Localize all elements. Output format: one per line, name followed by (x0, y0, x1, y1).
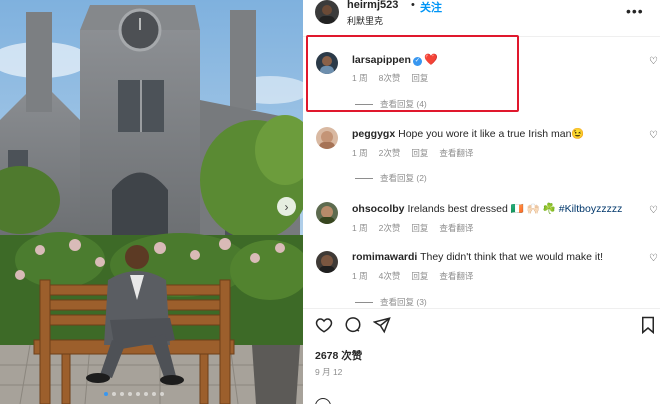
view-replies-label: 查看回复 (4) (380, 99, 427, 109)
carousel-dot (120, 392, 124, 396)
replies-line (355, 301, 373, 303)
chevron-right-icon: › (284, 199, 289, 214)
post-date[interactable]: 9 月 12 (315, 366, 342, 378)
comment-like-heart-icon[interactable]: ♡ (649, 130, 658, 141)
bookmark-icon[interactable] (641, 316, 655, 339)
like-count[interactable]: 2678 次赞 (315, 348, 362, 363)
more-horizontal-icon[interactable]: ••• (626, 3, 644, 19)
carousel-dot (112, 392, 116, 396)
comment-likes[interactable]: 4次赞 (379, 270, 401, 282)
translate-button[interactable]: 查看翻译 (439, 147, 473, 159)
author-avatar[interactable] (315, 0, 339, 24)
photo-illustration (0, 0, 303, 404)
reply-button[interactable]: 回复 (411, 270, 428, 282)
comment-likes[interactable]: 2次赞 (379, 147, 401, 159)
replies-line (355, 177, 373, 179)
post-action-bar (303, 316, 660, 340)
comment-time[interactable]: 1 周 (352, 222, 368, 234)
replies-line (355, 103, 373, 105)
comment-meta: 1 周 4次赞 回复 查看翻译 (352, 270, 473, 282)
comment-likes[interactable]: 2次赞 (379, 222, 401, 234)
follow-button[interactable]: 关注 (420, 0, 442, 15)
commenter-avatar[interactable] (316, 127, 338, 149)
reply-button[interactable]: 回复 (411, 147, 428, 159)
comment-text: Irelands best dressed 🇮🇪 🙌🏻 ☘️ (407, 203, 556, 215)
post-location[interactable]: 利默里克 (347, 14, 383, 27)
carousel-dot (128, 392, 132, 396)
commenter-username[interactable]: peggygx (352, 128, 395, 140)
comment-text: Hope you wore it like a true Irish man😉 (398, 128, 585, 140)
comment-like-heart-icon[interactable]: ♡ (649, 205, 658, 216)
comment-time[interactable]: 1 周 (352, 147, 368, 159)
header-separator: • (411, 0, 415, 11)
comment-meta: 1 周 2次赞 回复 查看翻译 (352, 147, 473, 159)
view-replies-button[interactable]: 查看回复 (3) (355, 296, 427, 308)
carousel-indicator (104, 392, 164, 396)
comment-text-line: larsapippen ✓ ❤️ (352, 53, 438, 66)
send-icon[interactable] (372, 316, 391, 339)
carousel-dot (104, 392, 108, 396)
translate-button[interactable]: 查看翻译 (439, 270, 473, 282)
carousel-next-button[interactable]: › (277, 197, 296, 216)
reply-button[interactable]: 回复 (411, 222, 428, 234)
post-detail-panel: heirmj523 • 关注 利默里克 ••• larsapippen ✓ ❤️ 1… (303, 0, 660, 404)
carousel-dot (136, 392, 140, 396)
header-divider (303, 36, 660, 37)
emoji-picker-icon[interactable] (315, 398, 331, 404)
comment-time[interactable]: 1 周 (352, 270, 368, 282)
commenter-username[interactable]: larsapippen (352, 54, 411, 66)
author-username[interactable]: heirmj523 (347, 0, 398, 11)
comment-time[interactable]: 1 周 (352, 72, 368, 84)
commenter-username[interactable]: ohsocolby (352, 203, 405, 215)
comment-emoji: ❤️ (423, 54, 438, 66)
commenter-username[interactable]: romimawardi (352, 251, 417, 263)
commenter-avatar[interactable] (316, 251, 338, 273)
carousel-dot (152, 392, 156, 396)
commenter-avatar[interactable] (316, 52, 338, 74)
comment-text-line: peggygx Hope you wore it like a true Iri… (352, 127, 585, 140)
post-photo[interactable]: › (0, 0, 303, 404)
view-replies-label: 查看回复 (2) (380, 173, 427, 183)
reply-button[interactable]: 回复 (411, 72, 428, 84)
comment-hashtag-link[interactable]: #Kiltboyzzzzz (559, 203, 623, 215)
comment-text-line: ohsocolby Irelands best dressed 🇮🇪 🙌🏻 ☘️… (352, 202, 622, 215)
comment-like-heart-icon[interactable]: ♡ (649, 56, 658, 67)
comments-divider (303, 308, 660, 309)
view-replies-button[interactable]: 查看回复 (2) (355, 172, 427, 184)
verified-badge-icon: ✓ (412, 57, 422, 66)
view-replies-button[interactable]: 查看回复 (4) (355, 98, 427, 110)
heart-icon[interactable] (315, 316, 333, 339)
comment-meta: 1 周 8次赞 回复 (352, 72, 428, 84)
translate-button[interactable]: 查看翻译 (439, 222, 473, 234)
carousel-dot (144, 392, 148, 396)
comment-icon[interactable] (344, 316, 362, 339)
comment-meta: 1 周 2次赞 回复 查看翻译 (352, 222, 473, 234)
comment-like-heart-icon[interactable]: ♡ (649, 253, 658, 264)
carousel-dot (160, 392, 164, 396)
view-replies-label: 查看回复 (3) (380, 297, 427, 307)
comment-text-line: romimawardi They didn't think that we wo… (352, 251, 603, 263)
comment-likes[interactable]: 8次赞 (379, 72, 401, 84)
comment-text: They didn't think that we would make it! (420, 251, 604, 263)
post-header: heirmj523 • 关注 利默里克 ••• (303, 0, 660, 30)
commenter-avatar[interactable] (316, 202, 338, 224)
